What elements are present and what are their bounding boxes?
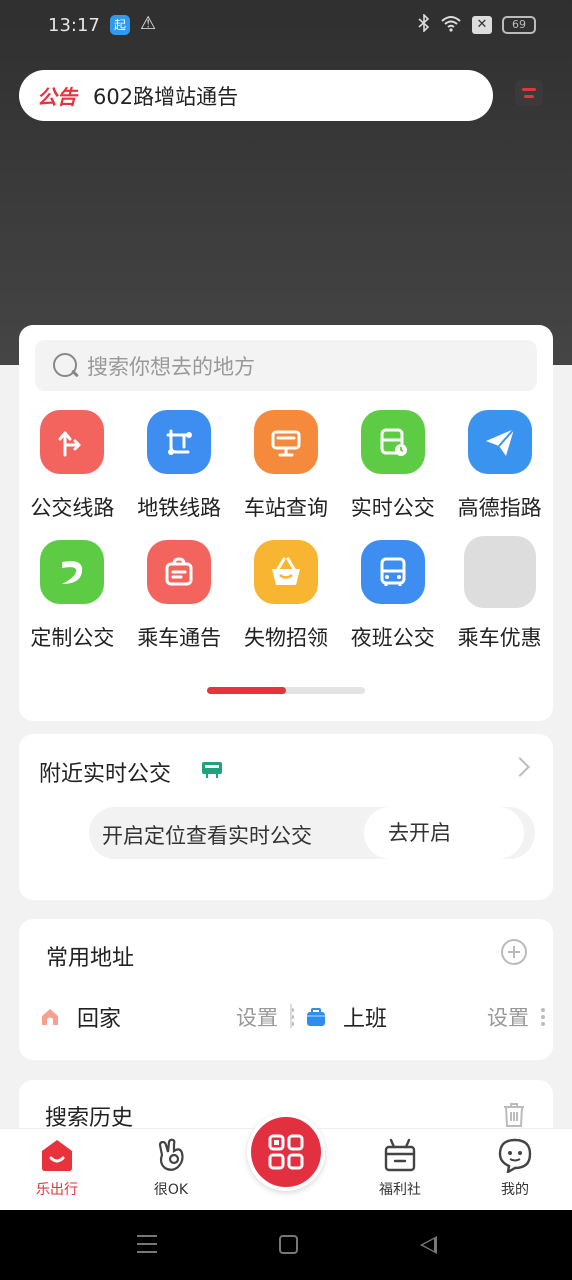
search-placeholder: 搜索你想去的地方: [87, 354, 255, 379]
tab-label: 乐出行: [36, 1182, 78, 1198]
service-ride-discount[interactable]: 乘车优惠: [446, 536, 553, 652]
service-metro[interactable]: 地铁线路: [126, 410, 233, 522]
service-label: 乘车优惠: [457, 626, 542, 650]
chat-face-icon: [498, 1137, 532, 1175]
metro-icon: [147, 410, 212, 474]
service-ride-notice[interactable]: 乘车通告: [126, 540, 233, 652]
service-label: 失物招领: [243, 626, 328, 650]
location-prompt-text: 开启定位查看实时公交: [102, 824, 312, 848]
tab-label: 福利社: [379, 1182, 421, 1198]
service-label: 地铁线路: [137, 496, 222, 520]
service-custom-bus[interactable]: 定制公交: [19, 540, 126, 652]
gift-box-icon: [383, 1137, 417, 1173]
pager-indicator: [207, 687, 365, 694]
notice-badge: 公告: [37, 85, 77, 109]
battery-icon: 69: [502, 16, 536, 34]
nearby-card: 附近实时公交 开启定位查看实时公交 去开启: [19, 734, 553, 900]
placeholder-icon: [463, 536, 536, 608]
home-label: 回家: [77, 1007, 122, 1032]
realtime-bus-icon: [360, 410, 425, 474]
nearby-title: 附近实时公交: [39, 762, 172, 787]
service-label: 车站查询: [243, 496, 328, 520]
address-divider: [290, 1004, 292, 1028]
notice-bar[interactable]: 公告 602路增站通告: [19, 70, 493, 121]
chevron-right-icon[interactable]: [510, 757, 530, 777]
nav-back-icon[interactable]: [420, 1236, 437, 1254]
status-time: 13:17: [48, 15, 100, 36]
work-set-button[interactable]: 设置: [487, 1002, 529, 1032]
system-nav-bar: [0, 1210, 572, 1280]
service-grid: 公交线路 地铁线路 车站查询 实时公交 高德指路 定制公交 乘车通告 失物招领 …: [19, 410, 553, 652]
hand-ok-icon: [154, 1137, 188, 1173]
services-card: 搜索你想去的地方 公交线路 地铁线路 车站查询 实时公交 高德指路 定制公交 乘…: [19, 325, 553, 721]
bus-stop-sign-icon: [201, 760, 223, 780]
app-notification-icon: 起: [110, 15, 130, 35]
service-amap-guide[interactable]: 高德指路: [446, 410, 553, 522]
add-address-icon[interactable]: [501, 939, 527, 965]
qr-code-icon: [268, 1134, 304, 1170]
service-station[interactable]: 车站查询: [233, 410, 340, 522]
station-icon: [253, 410, 318, 474]
service-realtime-bus[interactable]: 实时公交: [339, 410, 446, 522]
enable-location-button[interactable]: 去开启: [364, 807, 524, 859]
status-bar: 13:17 起 ⚠ ✕ 69: [0, 0, 572, 52]
location-prompt: 开启定位查看实时公交 去开启: [89, 807, 535, 859]
addresses-title: 常用地址: [46, 946, 135, 971]
basket-icon: [253, 540, 318, 604]
notice-text: 602路增站通告: [93, 84, 239, 109]
service-night-bus[interactable]: 夜班公交: [339, 540, 446, 652]
status-indicators: ✕ 69: [418, 13, 536, 36]
service-label: 实时公交: [350, 496, 435, 520]
paper-plane-icon: [467, 410, 532, 474]
tab-ok[interactable]: 很OK: [121, 1137, 221, 1199]
addresses-card: 常用地址 回家 设置 上班 设置: [19, 919, 553, 1060]
work-more-icon[interactable]: [541, 1008, 545, 1026]
no-sim-icon: ✕: [472, 16, 492, 34]
nav-home-icon[interactable]: [279, 1235, 298, 1254]
night-bus-icon: [360, 540, 425, 604]
service-lost-found[interactable]: 失物招领: [233, 540, 340, 652]
bluetooth-icon: [418, 13, 430, 36]
briefcase-icon: [305, 1006, 327, 1028]
bus-route-icon: [40, 410, 105, 474]
search-icon: [53, 352, 79, 379]
warning-icon: ⚠: [140, 13, 157, 34]
wifi-icon: [440, 14, 462, 36]
work-label: 上班: [343, 1007, 388, 1032]
service-label: 定制公交: [30, 626, 115, 650]
home-icon: [39, 1006, 61, 1028]
hero-banner: [0, 0, 572, 365]
search-input[interactable]: 搜索你想去的地方: [35, 340, 537, 391]
home-address-row[interactable]: 回家 设置: [39, 1002, 294, 1032]
service-label: 公交线路: [30, 496, 115, 520]
work-address-row[interactable]: 上班 设置: [305, 1002, 545, 1032]
service-bus-route[interactable]: 公交线路: [19, 410, 126, 522]
tab-label: 我的: [501, 1182, 529, 1198]
tab-welfare[interactable]: 福利社: [350, 1137, 450, 1199]
service-label: 高德指路: [457, 496, 542, 520]
custom-bus-icon: [40, 540, 105, 604]
tab-travel[interactable]: 乐出行: [7, 1137, 107, 1199]
tab-mine[interactable]: 我的: [465, 1137, 565, 1199]
trash-icon[interactable]: [503, 1102, 525, 1128]
home-smile-icon: [40, 1137, 74, 1173]
scan-qr-button[interactable]: [247, 1113, 325, 1191]
notice-menu-icon[interactable]: [515, 80, 543, 106]
service-label: 乘车通告: [137, 626, 222, 650]
service-label: 夜班公交: [350, 626, 435, 650]
nav-recents-icon[interactable]: [137, 1235, 157, 1253]
tab-label: 很OK: [153, 1182, 189, 1198]
home-set-button[interactable]: 设置: [236, 1002, 278, 1032]
notice-bag-icon: [147, 540, 212, 604]
pager-fill: [207, 687, 286, 694]
